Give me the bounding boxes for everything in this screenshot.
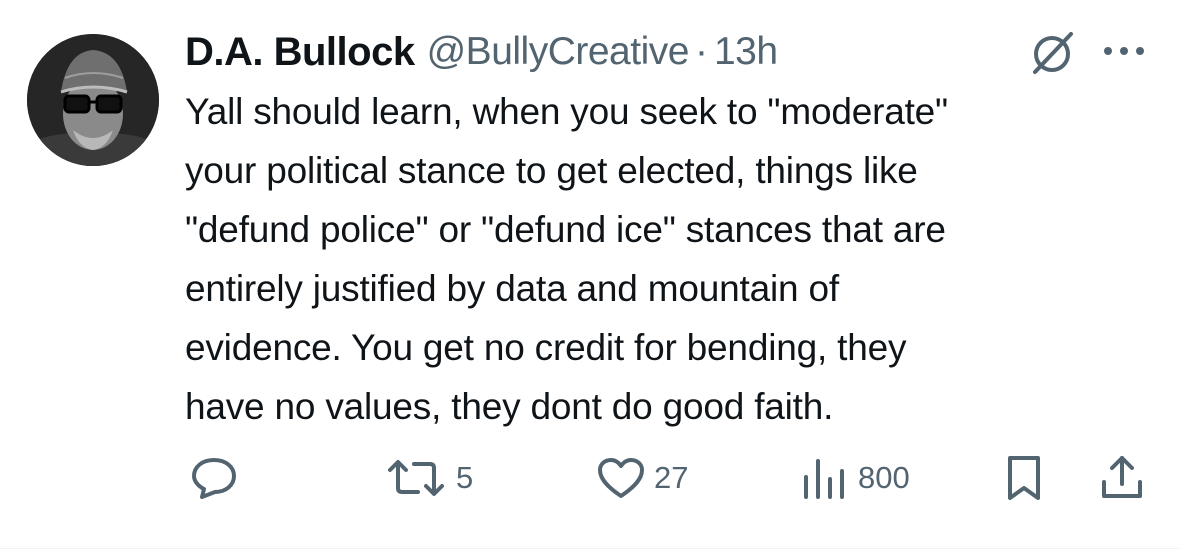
- tweet-text-line: your political stance to get elected, th…: [185, 150, 918, 191]
- divider: [0, 548, 1179, 549]
- bookmark-icon: [1008, 456, 1040, 500]
- author-name[interactable]: D.A. Bullock: [185, 30, 415, 75]
- heart-icon: [598, 458, 644, 498]
- tweet-text-line: entirely justified by data and mountain …: [185, 268, 839, 309]
- tweet[interactable]: D.A. Bullock @BullyCreative · 13h Yall s…: [0, 0, 1179, 557]
- like-button[interactable]: 27: [596, 454, 688, 502]
- bookmark-button[interactable]: [1004, 454, 1044, 502]
- repost-icon: [388, 460, 444, 496]
- repost-count: 5: [456, 460, 474, 495]
- views-icon: [804, 459, 844, 499]
- views-button[interactable]: 800: [800, 454, 910, 502]
- views-count: 800: [858, 460, 910, 495]
- grok-icon[interactable]: [1026, 30, 1080, 76]
- tweet-header: D.A. Bullock @BullyCreative · 13h: [185, 26, 1145, 78]
- like-count: 27: [654, 460, 689, 495]
- tweet-text: Yall should learn, when you seek to "mod…: [185, 82, 1160, 436]
- share-icon: [1102, 456, 1142, 498]
- avatar[interactable]: [27, 34, 159, 166]
- avatar-image: [27, 34, 159, 166]
- separator-dot: ·: [694, 30, 708, 73]
- more-icon[interactable]: [1102, 44, 1146, 58]
- timestamp[interactable]: 13h: [714, 30, 778, 74]
- tweet-text-line: have no values, they dont do good faith.: [185, 386, 834, 427]
- share-button[interactable]: [1100, 454, 1144, 502]
- reply-button[interactable]: [190, 454, 238, 502]
- tweet-text-line: evidence. You get no credit for bending,…: [185, 327, 907, 368]
- tweet-text-line: Yall should learn, when you seek to "mod…: [185, 91, 948, 132]
- author-handle[interactable]: @BullyCreative: [427, 30, 690, 74]
- repost-button[interactable]: 5: [384, 454, 473, 502]
- reply-icon: [192, 458, 236, 499]
- tweet-text-line: "defund police" or "defund ice" stances …: [185, 209, 946, 250]
